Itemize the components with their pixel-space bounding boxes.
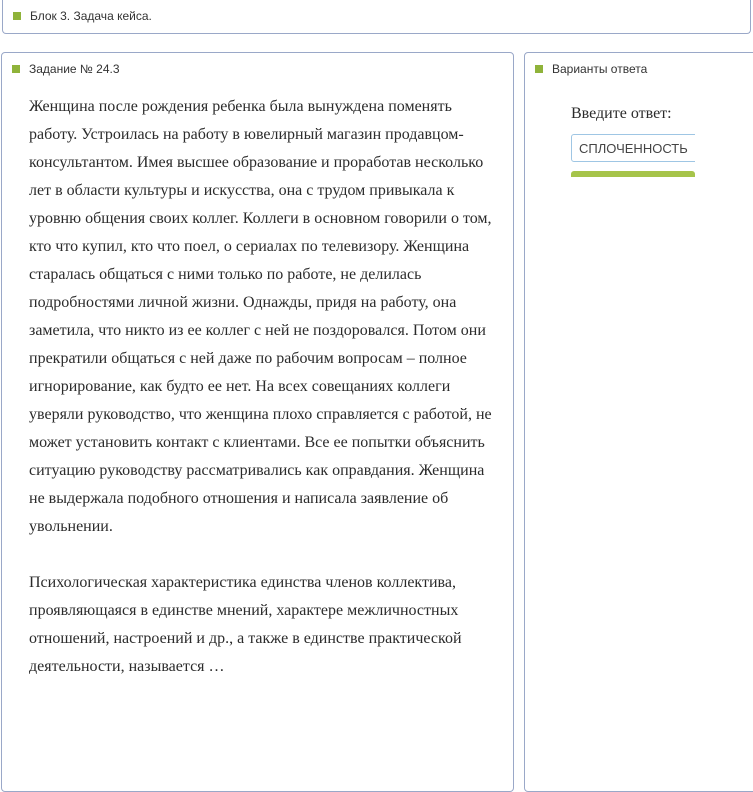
square-bullet-icon [13, 12, 21, 20]
answer-area: Введите ответ: [525, 53, 695, 193]
answer-input[interactable] [571, 134, 695, 162]
task-panel: Задание № 24.3 Женщина после рождения ре… [1, 52, 514, 792]
block-title: Блок 3. Задача кейса. [30, 9, 152, 23]
task-question-paragraph: Психологическая характеристика единства … [29, 574, 462, 675]
answer-panel: Варианты ответа Введите ответ: [524, 52, 753, 792]
submit-button[interactable] [571, 171, 695, 177]
block-header: Блок 3. Задача кейса. [13, 9, 152, 23]
square-bullet-icon [12, 65, 20, 73]
block-panel: Блок 3. Задача кейса. [2, 0, 751, 34]
task-case-paragraph: Женщина после рождения ребенка была выну… [29, 98, 492, 535]
task-title: Задание № 24.3 [29, 62, 120, 76]
answer-prompt-label: Введите ответ: [571, 105, 672, 122]
task-header: Задание № 24.3 [12, 62, 120, 76]
task-text: Женщина после рождения ребенка была выну… [29, 93, 499, 709]
